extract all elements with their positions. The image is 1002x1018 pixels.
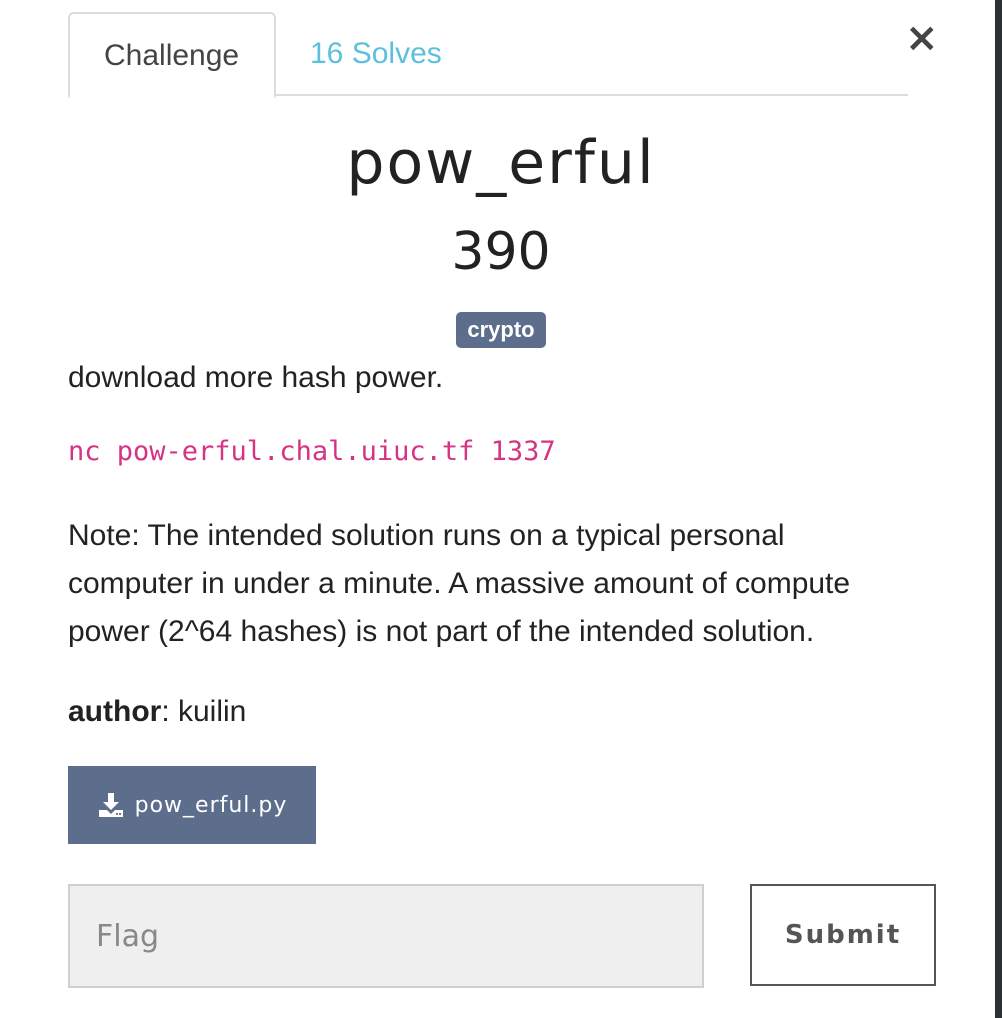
challenge-note: Note: The intended solution runs on a ty… (68, 519, 851, 648)
connection-command: nc pow-erful.chal.uiuc.tf 1337 (68, 436, 556, 467)
tab-challenge[interactable]: Challenge (68, 12, 276, 98)
challenge-description: download more hash power. (68, 361, 444, 394)
challenge-title: pow_erful (346, 128, 656, 198)
author-line: author: kuilin (68, 688, 928, 736)
download-file-label: pow_erful.py (134, 792, 288, 818)
challenge-points: 390 (451, 222, 551, 282)
download-file-button[interactable]: pow_erful.py (68, 766, 316, 844)
flag-input[interactable] (68, 884, 704, 988)
category-badge: crypto (456, 312, 546, 348)
challenge-modal: × Challenge 16 Solves pow_erful 390 cryp… (0, 0, 995, 1018)
tab-solves[interactable]: 16 Solves (276, 12, 476, 96)
close-icon[interactable]: × (905, 18, 939, 58)
submit-button[interactable]: Submit (750, 884, 936, 986)
author-label: author (68, 695, 162, 728)
download-icon (98, 793, 123, 817)
tab-bar: Challenge 16 Solves (68, 12, 908, 98)
author-name: : kuilin (161, 695, 247, 728)
